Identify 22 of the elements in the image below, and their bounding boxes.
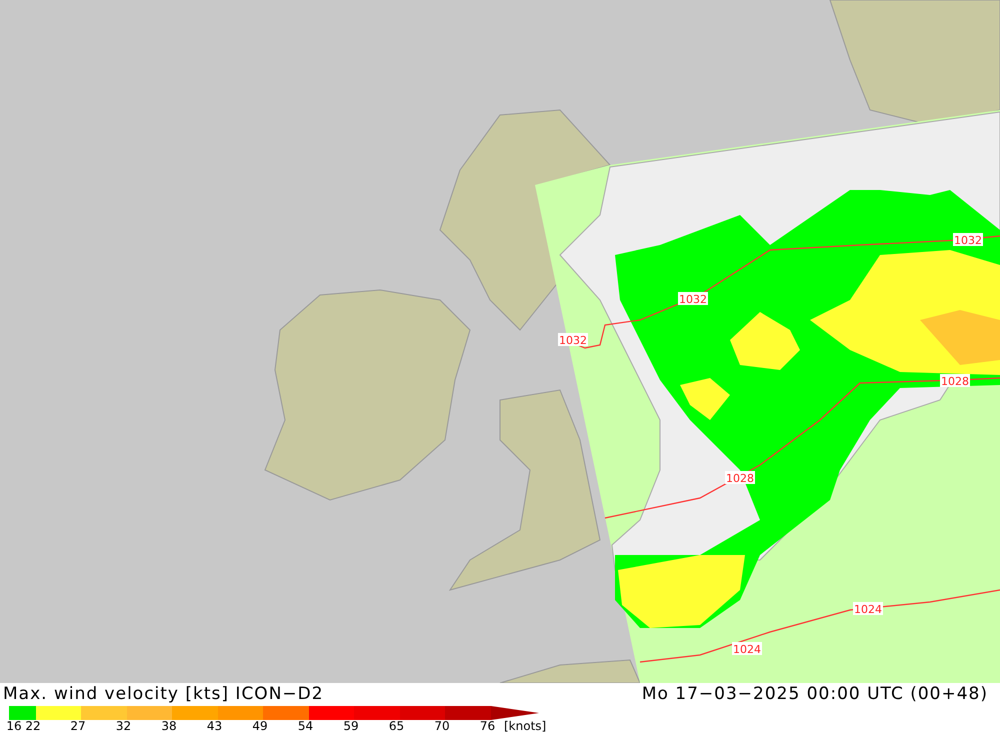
isobar-label: 1032 <box>558 333 588 347</box>
isobar-label: 1024 <box>732 642 762 656</box>
unit-label: [knots] <box>504 720 546 733</box>
scale-label: 43 <box>206 720 222 733</box>
valid-time: Mo 17−03−2025 00:00 UTC (00+48) <box>642 684 988 704</box>
scale-label: 70 <box>434 720 450 733</box>
scale-label: 65 <box>388 720 404 733</box>
scale-label: 27 <box>70 720 86 733</box>
scale-label: 32 <box>116 720 132 733</box>
isobar-label: 1028 <box>725 471 755 485</box>
scale-label: 54 <box>298 720 314 733</box>
legend-title: Max. wind velocity [kts] ICON−D2 <box>3 684 324 704</box>
isobar-label: 1032 <box>953 233 983 247</box>
scale-label: 49 <box>252 720 268 733</box>
scale-label: 22 <box>25 720 41 733</box>
isobar-label: 1032 <box>678 292 708 306</box>
isobar-label: 1028 <box>940 374 970 388</box>
scale-label: 16 <box>6 720 22 733</box>
scale-label: 59 <box>343 720 359 733</box>
scale-label: 76 <box>480 720 496 733</box>
isobar-label: 1024 <box>853 602 883 616</box>
scale-label: 38 <box>161 720 177 733</box>
